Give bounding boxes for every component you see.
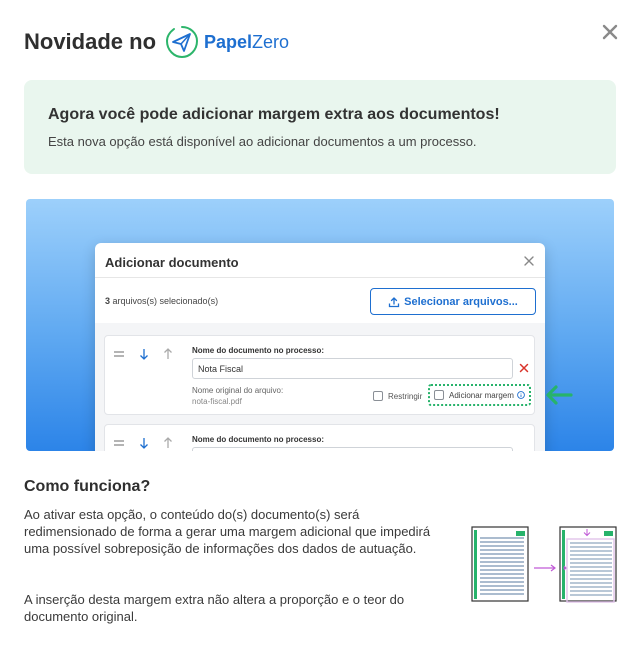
feature-preview: Adicionar documento 3 arquivos(s) seleci…	[26, 199, 614, 451]
document-after-icon	[559, 526, 617, 603]
upload-icon	[388, 296, 400, 307]
info-icon	[517, 391, 525, 399]
select-files-label: Selecionar arquivos...	[404, 295, 518, 308]
add-margin-checkbox: Adicionar margem	[428, 384, 531, 406]
restrict-checkbox-box	[373, 391, 383, 401]
news-banner: Agora você pode adicionar margem extra a…	[24, 80, 616, 174]
remove-icon	[519, 363, 529, 373]
document-name-label: Nome do documento no processo:	[192, 435, 325, 444]
how-it-works-paragraph-1: Ao ativar esta opção, o conteúdo do(s) d…	[24, 507, 431, 556]
row-controls	[113, 348, 173, 360]
add-margin-checkbox-box	[434, 390, 444, 400]
arrow-left-icon	[546, 385, 573, 405]
brand-name-zero: Zero	[252, 31, 290, 52]
brand-name-papel: Papel	[204, 31, 253, 52]
document-name-input	[192, 447, 513, 451]
file-row: Nome do documento no processo:	[104, 424, 535, 451]
selected-files-count: 3 arquivos(s) selecionado(s)	[105, 296, 218, 306]
drag-handle-icon	[114, 351, 124, 357]
document-before-icon	[471, 526, 529, 602]
select-files-button: Selecionar arquivos...	[370, 288, 536, 315]
selected-count-text: arquivos(s) selecionado(s)	[110, 296, 219, 306]
original-name-value: nota-fiscal.pdf	[192, 397, 242, 406]
add-margin-label: Adicionar margem	[449, 390, 514, 400]
close-icon[interactable]	[598, 20, 622, 44]
drag-handle-icon	[114, 440, 124, 446]
brand-logo: Papel Zero	[164, 24, 289, 60]
arrow-down-icon	[140, 349, 148, 360]
arrow-up-icon	[164, 437, 172, 448]
dialog-close-icon	[524, 256, 534, 266]
banner-text: Esta nova opção está disponível ao adici…	[48, 134, 477, 149]
how-it-works-paragraph-2: A inserção desta margem extra não altera…	[24, 592, 405, 624]
document-name-input: Nota Fiscal	[192, 358, 513, 379]
how-it-works-title: Como funciona?	[24, 478, 151, 495]
margin-illustration	[471, 526, 617, 603]
original-name-label: Nome original do arquivo:	[192, 386, 284, 395]
arrow-right-icon	[534, 564, 556, 572]
modal-title: Novidade no	[24, 29, 157, 54]
arrow-down-icon	[140, 438, 148, 449]
restrict-label: Restringir	[388, 391, 423, 401]
restrict-checkbox: Restringir	[373, 391, 422, 401]
document-name-label: Nome do documento no processo:	[192, 346, 325, 355]
file-row: Nome do documento no processo: Nota Fisc…	[104, 335, 535, 415]
arrow-up-icon	[164, 348, 172, 359]
row-controls	[113, 437, 173, 449]
dialog-title: Adicionar documento	[105, 255, 239, 270]
add-document-dialog-preview: Adicionar documento 3 arquivos(s) seleci…	[95, 243, 545, 451]
banner-title: Agora você pode adicionar margem extra a…	[48, 106, 500, 123]
modal-header: Novidade no Papel Zero	[24, 22, 289, 62]
dialog-divider	[95, 277, 545, 278]
paper-plane-icon	[166, 26, 199, 59]
